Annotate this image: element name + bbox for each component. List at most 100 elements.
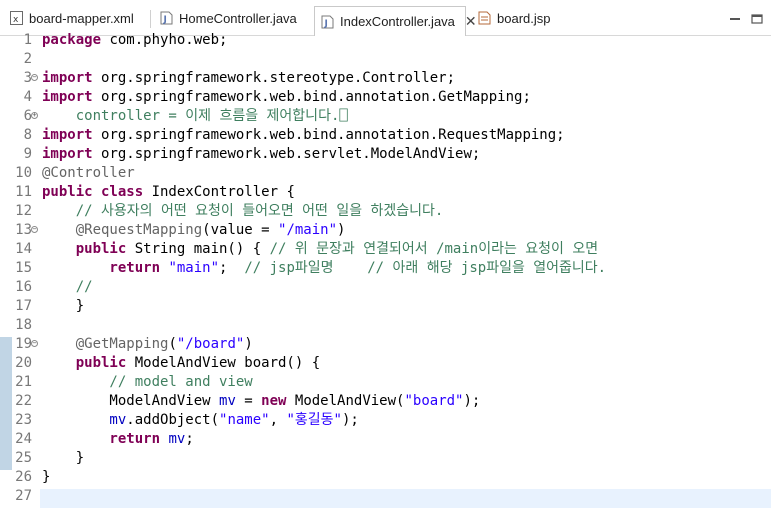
code-line[interactable]: 24 return mv; — [0, 430, 771, 449]
code-text: import org.springframework.web.bind.anno… — [42, 126, 565, 145]
line-number: 24 — [15, 431, 32, 447]
code-editor[interactable]: 1 package com.phyho.web; 2 3− import org.spr… — [0, 32, 771, 516]
code-token: ModelAndView — [42, 393, 220, 409]
code-token: "name" — [219, 412, 270, 428]
code-text: import org.springframework.stereotype.Co… — [42, 69, 455, 88]
line-number: 19 — [15, 336, 32, 352]
code-token: ModelAndView( — [286, 393, 405, 409]
line-number: 8 — [23, 127, 32, 143]
code-line[interactable]: 15 return "main"; // jsp파일명 // 아래 해당 jsp… — [0, 259, 771, 278]
code-line[interactable]: 18 — [0, 316, 771, 335]
xml-file-icon: x — [10, 11, 23, 25]
code-token: org.springframework.web.servlet.ModelAnd… — [101, 146, 481, 162]
tab-homecontroller-java[interactable]: J HomeController.java — [154, 4, 310, 32]
code-text: mv.addObject("name", "홍길동"); — [42, 411, 358, 430]
code-text: return "main"; // jsp파일명 // 아래 해당 jsp파일을… — [42, 259, 606, 278]
code-text: } — [42, 297, 84, 316]
line-number: 1 — [23, 32, 32, 48]
line-number: 9 — [23, 146, 32, 162]
code-line[interactable]: 1 package com.phyho.web; — [0, 31, 771, 50]
code-line[interactable]: 23 mv.addObject("name", "홍길동"); — [0, 411, 771, 430]
line-number: 6 — [23, 108, 32, 124]
code-text: // — [42, 278, 93, 297]
code-token: = — [235, 393, 262, 409]
code-token: String main() { — [134, 241, 270, 257]
code-text: public String main() { // 위 문장과 연결되어서 /m… — [42, 240, 598, 259]
code-token: public — [42, 241, 135, 257]
code-line[interactable]: 10 @Controller — [0, 164, 771, 183]
code-line[interactable]: 2 — [0, 50, 771, 69]
code-token: org.springframework.web.bind.annotation.… — [101, 127, 565, 143]
code-token: import — [42, 146, 102, 162]
line-number: 27 — [15, 488, 32, 504]
code-line[interactable]: 27 — [0, 487, 771, 506]
code-line[interactable]: 11 public class IndexController { — [0, 183, 771, 202]
code-token: import — [42, 89, 102, 105]
code-token: (value = — [202, 222, 279, 238]
collapse-fold-icon[interactable]: − — [31, 74, 38, 81]
code-token: return — [42, 260, 161, 276]
code-token: mv — [219, 393, 236, 409]
code-token: } — [42, 469, 51, 485]
code-line[interactable]: 9 import org.springframework.web.servlet.… — [0, 145, 771, 164]
tab-label: board-mapper.xml — [29, 10, 134, 26]
line-number: 21 — [15, 374, 32, 390]
collapse-fold-icon[interactable]: − — [31, 226, 38, 233]
code-token: mv — [42, 412, 127, 428]
code-line[interactable]: 17 } — [0, 297, 771, 316]
tab-board-jsp[interactable]: board.jsp — [472, 4, 552, 32]
maximize-icon[interactable] — [751, 9, 763, 24]
code-line[interactable]: 13− @RequestMapping(value = "/main") — [0, 221, 771, 240]
code-text: @RequestMapping(value = "/main") — [42, 221, 346, 240]
code-line[interactable]: 8 import org.springframework.web.bind.ann… — [0, 126, 771, 145]
code-line[interactable]: 3− import org.springframework.stereotype.… — [0, 69, 771, 88]
tab-label: board.jsp — [497, 10, 551, 26]
code-line[interactable]: 25 } — [0, 449, 771, 468]
line-number: 4 — [23, 89, 32, 105]
code-line[interactable]: 12 // 사용자의 어떤 요청이 들어오면 어떤 일을 하겠습니다. — [0, 202, 771, 221]
code-line[interactable]: 22 ModelAndView mv = new ModelAndView("b… — [0, 392, 771, 411]
code-line[interactable]: 26} — [0, 468, 771, 487]
code-text: return mv; — [42, 430, 193, 449]
code-token: // 위 문장과 연결되어서 /main이라는 요청이 오면 — [269, 241, 599, 257]
tab-separator — [150, 10, 151, 28]
collapse-fold-icon[interactable]: − — [31, 340, 38, 347]
code-line[interactable]: 20 public ModelAndView board() { — [0, 354, 771, 373]
code-token: // 사용자의 어떤 요청이 들어오면 어떤 일을 하겠습니다. — [42, 203, 444, 219]
code-token: // — [42, 279, 93, 295]
code-token: "main" — [160, 260, 220, 276]
code-line[interactable]: 14 public String main() { // 위 문장과 연결되어서… — [0, 240, 771, 259]
code-token: org.springframework.stereotype.Controlle… — [101, 70, 456, 86]
code-token: } — [42, 450, 85, 466]
tab-board-mapper-xml[interactable]: x board-mapper.xml — [4, 4, 150, 32]
line-number: 14 — [15, 241, 32, 257]
code-line[interactable]: 6 + controller = 이제 흐름을 제어합니다.⎕ — [0, 107, 771, 126]
code-token: new — [261, 393, 287, 409]
line-number: 13 — [15, 222, 32, 238]
line-number: 18 — [15, 317, 32, 333]
code-text: @Controller — [42, 164, 135, 183]
code-token: ); — [463, 393, 481, 409]
svg-text:J: J — [324, 19, 328, 29]
line-number: 20 — [15, 355, 32, 371]
code-token: public class — [42, 184, 152, 200]
code-text: // model and view — [42, 373, 253, 392]
code-token: // model and view — [42, 374, 253, 390]
code-line[interactable]: 21 // model and view — [0, 373, 771, 392]
code-text: import org.springframework.web.servlet.M… — [42, 145, 480, 164]
code-text: } — [42, 449, 84, 468]
line-number: 15 — [15, 260, 32, 276]
svg-text:J: J — [163, 15, 167, 25]
code-token: import — [42, 127, 102, 143]
code-token: // jsp파일명 // 아래 해당 jsp파일을 열어줍니다. — [244, 260, 607, 276]
code-line[interactable]: 16 // — [0, 278, 771, 297]
code-line[interactable]: 19− @GetMapping("/board") — [0, 335, 771, 354]
code-text: public ModelAndView board() { — [42, 354, 320, 373]
expand-fold-icon[interactable]: + — [31, 112, 38, 119]
minimize-icon[interactable] — [729, 9, 741, 20]
code-text: ModelAndView mv = new ModelAndView("boar… — [42, 392, 480, 411]
code-token: ) — [244, 336, 253, 352]
code-text: package com.phyho.web; — [42, 31, 227, 50]
code-line[interactable]: 4 import org.springframework.web.bind.ann… — [0, 88, 771, 107]
line-number: 3 — [23, 70, 32, 86]
